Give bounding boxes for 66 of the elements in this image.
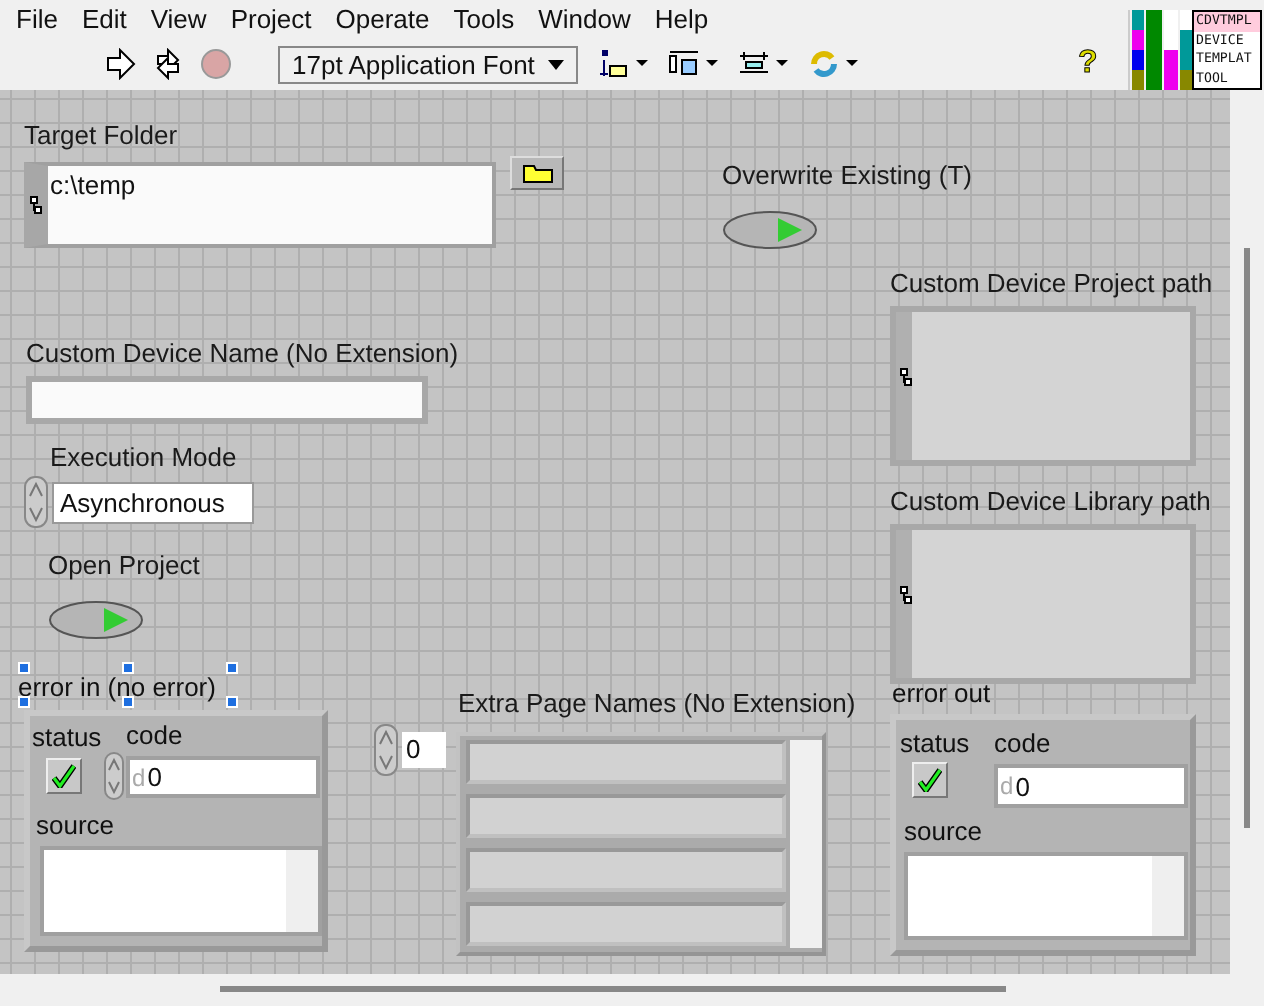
path-field[interactable]: c:\temp <box>24 162 496 248</box>
numeric-field[interactable]: d0 <box>994 764 1188 808</box>
cluster-label[interactable]: error out <box>892 678 991 708</box>
scrollbar[interactable] <box>1244 248 1250 828</box>
control-label: Custom Device Library path <box>890 486 1211 518</box>
caret-icon <box>548 59 564 69</box>
menu-item[interactable]: Edit <box>77 4 141 34</box>
control-label: Open Project <box>48 550 200 582</box>
selection-handle[interactable] <box>226 696 238 708</box>
selection-handle[interactable] <box>122 662 134 674</box>
text-field[interactable] <box>26 376 428 424</box>
scrollbar[interactable] <box>220 986 1006 992</box>
abort-icon[interactable] <box>200 48 232 80</box>
radix-indicator: d <box>1000 772 1014 800</box>
control-label: status <box>900 728 970 758</box>
cluster-label[interactable]: error in (no error) <box>18 672 216 702</box>
folder-icon <box>521 163 553 183</box>
scrollbar[interactable] <box>286 850 318 932</box>
menu-item[interactable]: Help <box>650 4 723 34</box>
menu-item[interactable]: Window <box>534 4 645 34</box>
path-icon <box>30 192 42 212</box>
menu-item[interactable]: Operate <box>331 4 444 34</box>
run-continuously-icon[interactable] <box>152 48 184 80</box>
numeric-value: 0 <box>1015 771 1030 801</box>
index-field[interactable]: 0 <box>402 732 446 768</box>
run-arrow-icon[interactable] <box>104 48 136 80</box>
menu-item[interactable]: Tools <box>449 4 529 34</box>
source-field[interactable] <box>904 852 1188 940</box>
font-dropdown[interactable]: 17pt Application Font <box>278 45 578 83</box>
selection-handle[interactable] <box>18 662 30 674</box>
control-label: source <box>36 810 115 840</box>
spinner-arrows[interactable] <box>24 476 48 528</box>
browse-button[interactable] <box>510 156 564 190</box>
distribute-objects-icon[interactable] <box>668 48 720 80</box>
align-objects-icon[interactable] <box>598 48 650 80</box>
scrollbar[interactable] <box>790 740 822 948</box>
numeric-value: 0 <box>147 762 162 792</box>
numeric-field[interactable]: d0 <box>126 756 320 798</box>
ring-field[interactable]: Asynchronous <box>52 482 254 524</box>
status-checkbox[interactable] <box>46 758 82 794</box>
selection-handle[interactable] <box>18 696 30 708</box>
spinner-arrows[interactable] <box>104 752 124 800</box>
source-field[interactable] <box>40 846 322 936</box>
status-checkbox[interactable] <box>912 762 948 798</box>
control-label: Target Folder <box>24 120 180 152</box>
spinner-arrows[interactable] <box>374 724 398 776</box>
control-label: code <box>126 720 183 750</box>
toggle-switch[interactable] <box>722 210 818 250</box>
radix-indicator: d <box>132 763 146 791</box>
menu-item[interactable]: Project <box>226 4 326 34</box>
control-label: Custom Device Name (No Extension) <box>26 338 459 370</box>
selection-handle[interactable] <box>226 662 238 674</box>
menu-item[interactable]: View <box>146 4 221 34</box>
control-label: Custom Device Project path <box>890 268 1213 300</box>
control-label: source <box>904 816 983 846</box>
control-label: Overwrite Existing (T) <box>722 160 972 192</box>
path-icon <box>900 364 912 384</box>
control-label: Extra Page Names (No Extension) <box>458 688 856 720</box>
menu-item[interactable]: File <box>12 4 72 34</box>
path-icon <box>900 582 912 602</box>
control-label: code <box>994 728 1051 758</box>
control-label: status <box>32 722 102 752</box>
reorder-icon[interactable] <box>808 48 860 80</box>
scrollbar[interactable] <box>1152 856 1184 936</box>
control-label: Execution Mode <box>48 442 239 474</box>
toggle-switch[interactable] <box>48 600 144 640</box>
